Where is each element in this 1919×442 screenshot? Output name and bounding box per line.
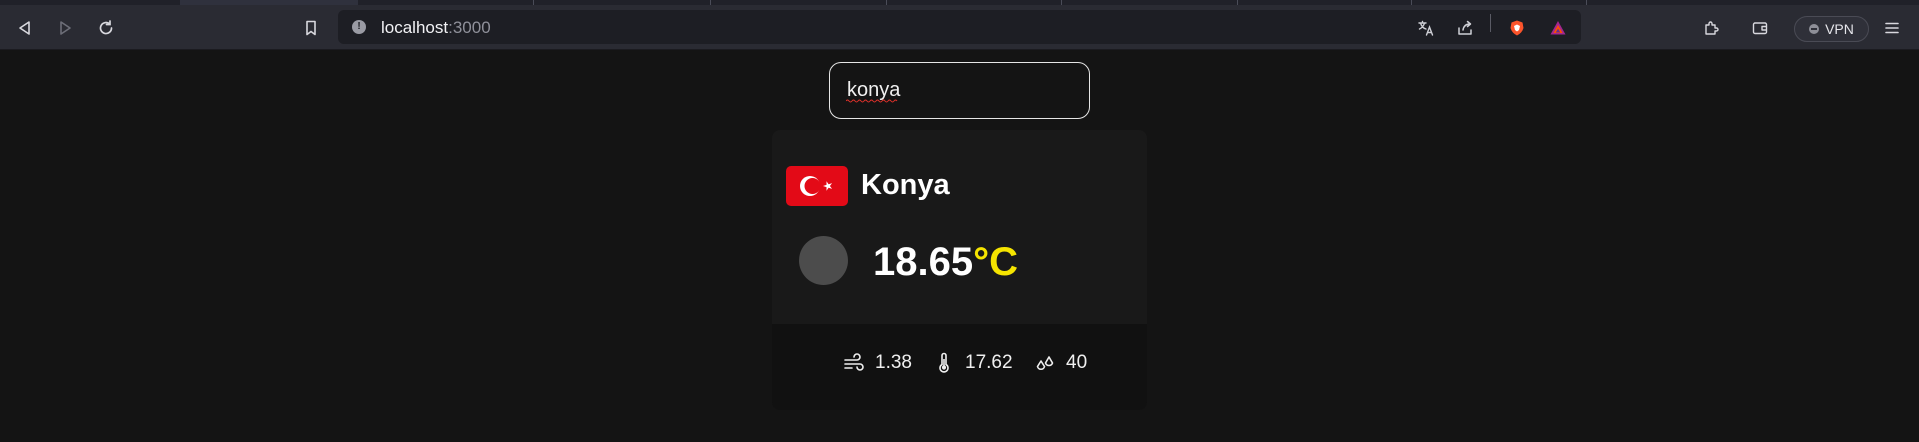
temperature-value: 18.65 — [873, 240, 974, 284]
humidity-value: 40 — [1066, 352, 1088, 373]
extensions-icon[interactable] — [1698, 14, 1726, 42]
temperature-unit: °C — [973, 240, 1018, 284]
translate-icon[interactable] — [1413, 15, 1439, 41]
humidity-stat: 40 — [1034, 352, 1087, 374]
browser-toolbar: ! localhost:3000 VPN — [0, 5, 1919, 50]
humidity-icon — [1036, 356, 1054, 370]
feels-like-stat: 17.62 — [933, 352, 1013, 374]
forward-icon[interactable] — [51, 14, 79, 42]
url-port: :3000 — [448, 18, 491, 37]
feels-like-value: 17.62 — [965, 352, 1013, 373]
weather-card: Konya 18.65°C 1.38 17.62 40 — [772, 130, 1147, 410]
back-icon[interactable] — [11, 14, 39, 42]
vpn-status-icon — [1809, 24, 1820, 34]
vpn-label: VPN — [1825, 21, 1854, 37]
menu-icon[interactable] — [1878, 14, 1906, 42]
vpn-button[interactable]: VPN — [1794, 16, 1869, 42]
thermometer-icon — [939, 352, 949, 373]
bookmark-icon[interactable] — [297, 14, 325, 42]
wallet-icon[interactable] — [1746, 14, 1774, 42]
wind-speed-value: 1.38 — [875, 352, 912, 373]
share-icon[interactable] — [1452, 15, 1478, 41]
site-info-icon[interactable]: ! — [352, 20, 366, 34]
address-bar[interactable]: ! localhost:3000 — [338, 10, 1581, 44]
city-name: Konya — [861, 169, 950, 201]
url-text[interactable]: localhost:3000 — [381, 18, 491, 38]
wind-icon — [844, 353, 864, 371]
reload-icon[interactable] — [92, 14, 120, 42]
temperature-display: 18.65°C — [873, 240, 1018, 285]
url-divider — [1490, 14, 1491, 32]
city-search-input[interactable] — [829, 62, 1090, 119]
brave-rewards-icon[interactable] — [1544, 14, 1572, 42]
spellcheck-underline — [846, 99, 898, 103]
turkey-flag-icon — [786, 166, 848, 206]
weather-condition-icon — [799, 236, 848, 285]
city-search — [829, 62, 1090, 119]
brave-shields-icon[interactable] — [1503, 14, 1531, 42]
wind-stat: 1.38 — [843, 352, 912, 374]
url-host: localhost — [381, 18, 449, 37]
